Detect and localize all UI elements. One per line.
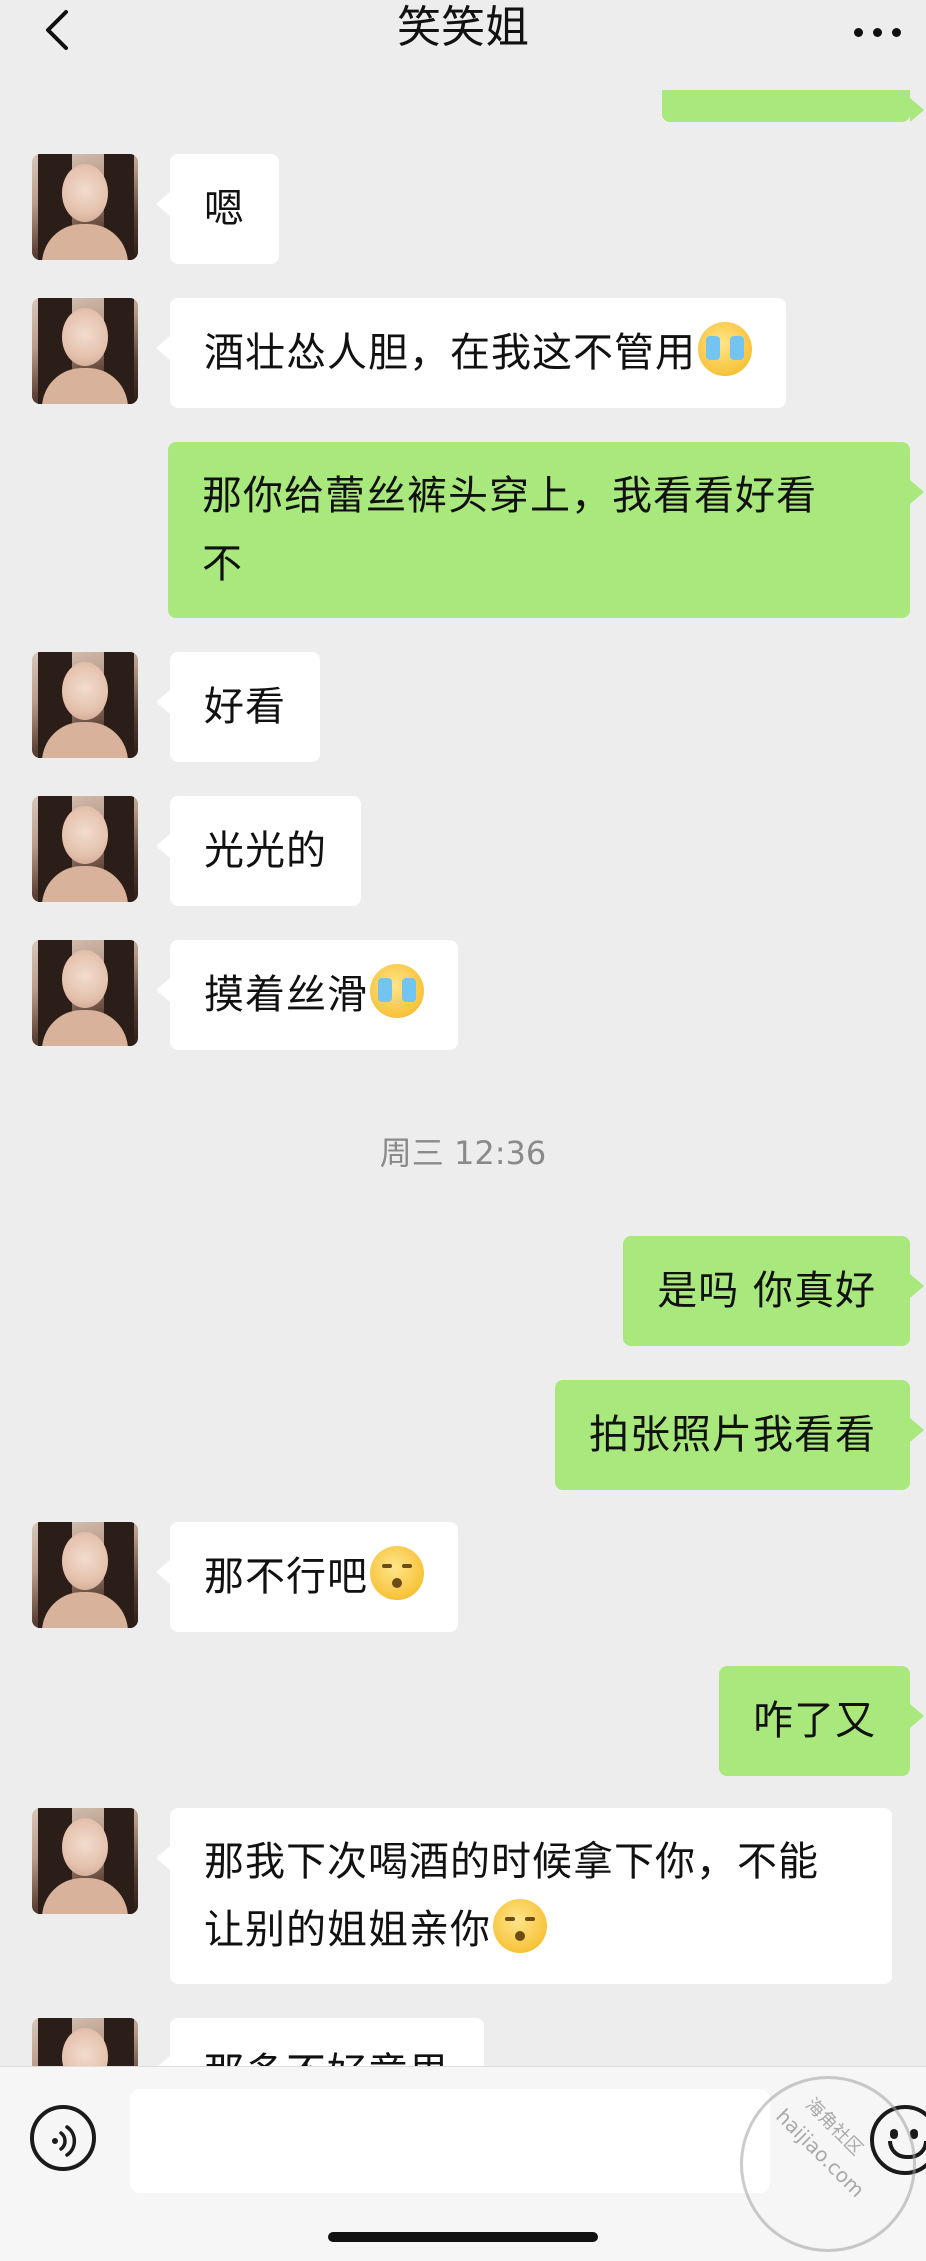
- message-text: 摸着丝滑: [204, 972, 368, 1018]
- avatar[interactable]: [32, 298, 138, 404]
- message-text-line-2: 让别的姐姐亲你: [204, 1907, 491, 1953]
- message-bubble[interactable]: 酒壮怂人胆，在我这不管用: [156, 298, 786, 408]
- message-bubble[interactable]: 嗯: [156, 154, 279, 264]
- avatar[interactable]: [32, 796, 138, 902]
- kissing-face-icon: [493, 1899, 547, 1953]
- chat-title: 笑笑姐: [397, 2, 529, 53]
- message-text-line-1: 那我下次喝酒的时候拿下你，不能: [204, 1839, 819, 1885]
- chat-header: 笑笑姐: [0, 0, 926, 90]
- message-text: 好看: [204, 684, 286, 730]
- crying-face-icon: [370, 964, 424, 1018]
- message-text: 那不行吧: [204, 1554, 368, 1600]
- voice-icon[interactable]: [30, 2105, 96, 2171]
- watermark-logo: 海角社区 haijiao.com: [740, 2076, 916, 2252]
- message-text: 嗯: [204, 186, 245, 232]
- avatar[interactable]: [32, 1808, 138, 1914]
- message-bubble[interactable]: 摸着丝滑: [156, 940, 458, 1050]
- avatar[interactable]: [32, 652, 138, 758]
- message-text: 拍张照片我看看: [589, 1412, 876, 1458]
- message-text: 咋了又: [753, 1698, 876, 1744]
- message-text-line-1: 那你给蕾丝裤头穿上，我看看好看: [202, 473, 817, 519]
- message-bubble[interactable]: 那你给蕾丝裤头穿上，我看看好看 不: [168, 442, 924, 618]
- ellipsis-icon[interactable]: [854, 22, 914, 38]
- message-timestamp: 周三 12:36: [379, 1134, 547, 1172]
- message-text: 酒壮怂人胆，在我这不管用: [204, 330, 696, 376]
- avatar[interactable]: [32, 154, 138, 260]
- avatar[interactable]: [32, 940, 138, 1046]
- message-bubble[interactable]: 好看: [156, 652, 320, 762]
- message-bubble[interactable]: 那我下次喝酒的时候拿下你，不能 让别的姐姐亲你: [156, 1808, 892, 1984]
- kissing-face-icon: [370, 1546, 424, 1600]
- message-bubble[interactable]: 光光的: [156, 796, 361, 906]
- message-input[interactable]: [130, 2089, 770, 2193]
- message-text: 是吗 你真好: [657, 1268, 876, 1314]
- message-bubble[interactable]: 是吗 你真好: [623, 1236, 924, 1346]
- avatar[interactable]: [32, 1522, 138, 1628]
- home-indicator: [328, 2232, 598, 2242]
- message-bubble[interactable]: 拍张照片我看看: [555, 1380, 924, 1490]
- message-text-line-2: 不: [202, 541, 243, 587]
- message-bubble[interactable]: 咋了又: [719, 1666, 924, 1776]
- message-text: 光光的: [204, 828, 327, 874]
- message-bubble[interactable]: 那不行吧: [156, 1522, 458, 1632]
- crying-face-icon: [698, 322, 752, 376]
